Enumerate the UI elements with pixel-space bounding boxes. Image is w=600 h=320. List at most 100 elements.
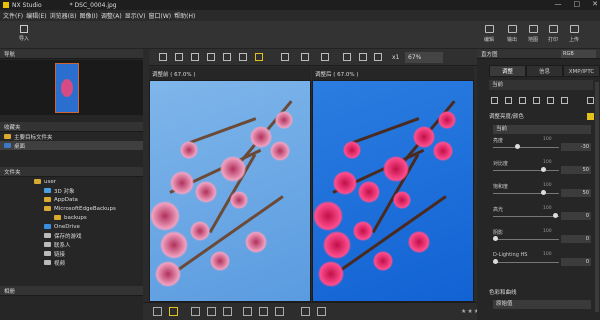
folder-item[interactable]: 链接: [0, 249, 143, 258]
info-icon[interactable]: [223, 307, 232, 316]
before-photo[interactable]: [150, 81, 310, 301]
rotate-left-icon[interactable]: [301, 307, 310, 316]
slider-knob[interactable]: [541, 167, 546, 172]
filmstrip-view-icon[interactable]: [191, 53, 199, 61]
color-curve-section-header[interactable]: 色彩和曲线: [489, 288, 597, 298]
slider-knob[interactable]: [553, 213, 558, 218]
histogram-mode-select[interactable]: RGB: [561, 50, 596, 58]
menu-browser[interactable]: 浏览器(B): [50, 11, 77, 20]
folder-item[interactable]: user: [0, 177, 143, 186]
menu-help[interactable]: 帮助(H): [174, 11, 195, 20]
list-view-icon[interactable]: [175, 53, 183, 61]
folder-item[interactable]: 联系人: [0, 240, 143, 249]
slider-value[interactable]: 50: [561, 166, 591, 174]
grid-view-icon[interactable]: [159, 53, 167, 61]
folder-item[interactable]: backups: [0, 213, 143, 222]
right-panel-scrollbar[interactable]: [595, 82, 599, 312]
album-header[interactable]: 相册: [0, 286, 143, 296]
grid-icon[interactable]: [243, 307, 252, 316]
straighten-icon[interactable]: [547, 97, 554, 104]
zoom-select[interactable]: 67%: [405, 52, 443, 63]
output-button[interactable]: 输出: [501, 24, 523, 43]
favorites-header[interactable]: 收藏夹: [0, 122, 143, 132]
folder-item[interactable]: 3D 对象: [0, 186, 143, 195]
fav-item[interactable]: 桌面: [0, 141, 143, 150]
frame-icon[interactable]: [191, 307, 200, 316]
crop-icon[interactable]: [533, 97, 540, 104]
tab-adjust[interactable]: 调整: [489, 65, 526, 77]
slider-value[interactable]: 0: [561, 258, 591, 266]
print-button[interactable]: 打印: [542, 24, 564, 43]
compare-2-icon[interactable]: [223, 53, 231, 61]
minimize-button[interactable]: —: [555, 0, 562, 8]
folder-item[interactable]: 保存的游戏: [0, 231, 143, 240]
fav-item[interactable]: 主要目标文件夹: [0, 132, 143, 141]
undo-icon[interactable]: [561, 97, 568, 104]
rotate-right-icon[interactable]: [317, 307, 326, 316]
shadows-slider[interactable]: 阴影 100 0: [493, 229, 595, 245]
upload-button[interactable]: 上传: [563, 24, 585, 43]
brush-icon[interactable]: [505, 97, 512, 104]
tab-info[interactable]: 信息: [526, 65, 563, 77]
menu-edit[interactable]: 编辑(E): [26, 11, 46, 20]
dlighting-slider[interactable]: D-Lighting HS 100 0: [493, 252, 595, 268]
slider-track[interactable]: [493, 170, 559, 171]
label-icon[interactable]: [153, 307, 162, 316]
slider-knob[interactable]: [493, 259, 498, 264]
highlights-slider[interactable]: 高光 100 0: [493, 206, 595, 222]
sort-icon[interactable]: [281, 53, 289, 61]
slider-track[interactable]: [493, 262, 559, 263]
single-view-icon[interactable]: [207, 53, 215, 61]
stack-icon[interactable]: [359, 53, 367, 61]
folder-item[interactable]: 视频: [0, 258, 143, 267]
folder-item[interactable]: OneDrive: [0, 222, 143, 231]
import-button[interactable]: 导入: [14, 24, 34, 42]
slider-track[interactable]: [493, 216, 559, 217]
fullscreen-icon[interactable]: [374, 53, 382, 61]
wand-icon[interactable]: [491, 97, 498, 104]
nav-header[interactable]: 导航: [0, 49, 143, 59]
edit-button[interactable]: 编辑: [478, 24, 500, 43]
contrast-slider[interactable]: 对比度 100 50: [493, 160, 595, 176]
slider-knob[interactable]: [515, 144, 520, 149]
slider-value[interactable]: -30: [561, 143, 591, 151]
after-photo[interactable]: [313, 81, 473, 301]
brightness-section-header[interactable]: 调整亮度/颜色: [489, 112, 597, 122]
folders-header[interactable]: 文件夹: [0, 167, 143, 177]
slider-track[interactable]: [493, 239, 559, 240]
compare-icon[interactable]: [169, 307, 178, 316]
color-preset-select[interactable]: 原始值: [493, 300, 591, 309]
slider-track[interactable]: [493, 147, 559, 148]
nav-thumbnail[interactable]: [0, 60, 143, 115]
slider-value[interactable]: 50: [561, 189, 591, 197]
before-pane[interactable]: 调整前 ( 67.0% ): [149, 67, 311, 302]
slider-knob[interactable]: [493, 236, 498, 241]
compare-4-icon[interactable]: [239, 53, 247, 61]
before-after-icon[interactable]: [255, 53, 263, 61]
highlight-icon[interactable]: [275, 307, 284, 316]
adjust-preset-select[interactable]: 当前: [489, 80, 593, 90]
settings-icon[interactable]: [587, 97, 594, 104]
brightness-preset-select[interactable]: 当前: [493, 125, 591, 134]
menu-file[interactable]: 文件(F): [3, 11, 23, 20]
brightness-slider[interactable]: 亮度 100 -30: [493, 137, 595, 153]
maximize-button[interactable]: □: [574, 0, 581, 8]
crop-icon[interactable]: [207, 307, 216, 316]
slider-knob[interactable]: [541, 190, 546, 195]
slider-value[interactable]: 0: [561, 212, 591, 220]
fit-icon[interactable]: [321, 53, 329, 61]
close-button[interactable]: ✕: [592, 0, 598, 8]
rotate-icon[interactable]: [301, 53, 309, 61]
tab-xmp[interactable]: XMP/IPTC: [563, 65, 600, 77]
slider-value[interactable]: 0: [561, 235, 591, 243]
after-pane[interactable]: 调整后 ( 67.0% ): [312, 67, 474, 302]
enable-checkbox[interactable]: [587, 113, 594, 120]
saturation-slider[interactable]: 饱和度 100 50: [493, 183, 595, 199]
menu-window[interactable]: 窗口(W): [148, 11, 171, 20]
menu-view[interactable]: 显示(V): [125, 11, 146, 20]
folder-item[interactable]: MicrosoftEdgeBackups: [0, 204, 143, 213]
menu-adjust[interactable]: 调整(A): [101, 11, 122, 20]
folder-item[interactable]: AppData: [0, 195, 143, 204]
copy-icon[interactable]: [519, 97, 526, 104]
filter-icon[interactable]: [343, 53, 351, 61]
